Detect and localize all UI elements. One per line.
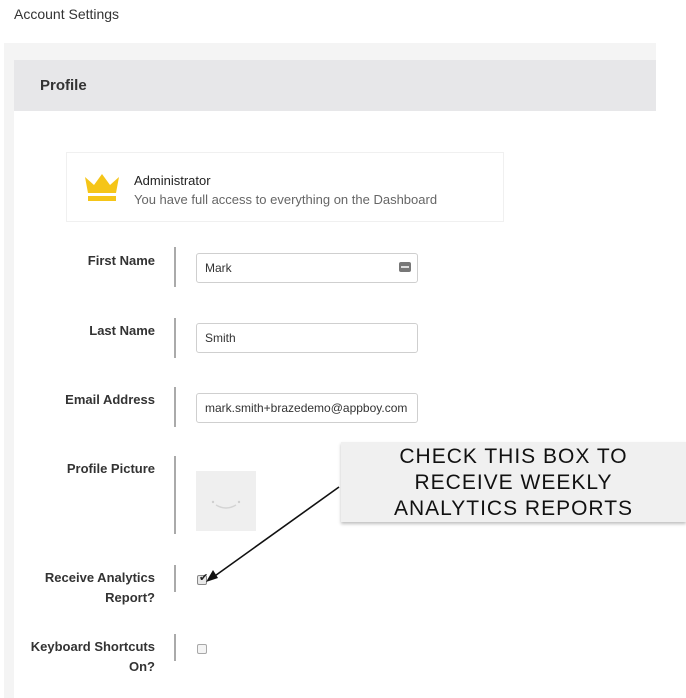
last-name-input[interactable]: Smith bbox=[196, 323, 418, 353]
shortcuts-label-line2: On? bbox=[129, 659, 155, 674]
analytics-report-label: Receive Analytics Report? bbox=[10, 568, 155, 608]
autofill-icon[interactable] bbox=[399, 262, 411, 272]
crown-icon bbox=[85, 174, 119, 201]
field-divider bbox=[174, 318, 176, 358]
field-divider bbox=[174, 456, 176, 534]
avatar[interactable] bbox=[196, 471, 256, 531]
analytics-label-line1: Receive Analytics bbox=[44, 570, 155, 585]
email-input[interactable]: mark.smith+brazedemo@appboy.com bbox=[196, 393, 418, 423]
field-divider bbox=[174, 247, 176, 287]
shortcuts-label-line1: Keyboard Shortcuts bbox=[30, 639, 155, 654]
callout-line1: CHECK THIS BOX TO bbox=[399, 445, 628, 468]
last-name-label: Last Name bbox=[89, 323, 155, 338]
profile-picture-label: Profile Picture bbox=[66, 461, 155, 476]
check-icon: ✔ bbox=[199, 572, 209, 584]
first-name-label: First Name bbox=[87, 253, 155, 268]
avatar-placeholder-icon bbox=[211, 500, 241, 509]
email-value: mark.smith+brazedemo@appboy.com bbox=[205, 401, 408, 415]
keyboard-shortcuts-label: Keyboard Shortcuts On? bbox=[10, 637, 155, 677]
role-title: Administrator bbox=[134, 173, 211, 188]
field-divider bbox=[174, 634, 176, 661]
account-settings-page: Account Settings Profile Administrator Y… bbox=[0, 0, 686, 698]
profile-header-title: Profile bbox=[40, 77, 87, 94]
field-divider bbox=[174, 565, 176, 592]
keyboard-shortcuts-checkbox[interactable] bbox=[197, 644, 207, 654]
first-name-value: Mark bbox=[205, 261, 232, 275]
first-name-input[interactable]: Mark bbox=[196, 253, 418, 283]
field-divider bbox=[174, 387, 176, 427]
callout-line3: ANALYTICS REPORTS bbox=[393, 497, 634, 520]
annotation-callout: CHECK THIS BOX TO RECEIVE WEEKLY ANALYTI… bbox=[341, 442, 686, 522]
analytics-label-line2: Report? bbox=[105, 590, 155, 605]
callout-line2: RECEIVE WEEKLY bbox=[414, 471, 613, 494]
email-label: Email Address bbox=[65, 392, 155, 407]
role-info-box: Administrator You have full access to ev… bbox=[66, 152, 504, 222]
analytics-report-checkbox[interactable]: ✔ bbox=[197, 572, 209, 585]
page-title: Account Settings bbox=[14, 6, 120, 22]
profile-card-header: Profile bbox=[14, 60, 656, 111]
last-name-value: Smith bbox=[205, 331, 236, 345]
role-description: You have full access to everything on th… bbox=[134, 192, 438, 207]
